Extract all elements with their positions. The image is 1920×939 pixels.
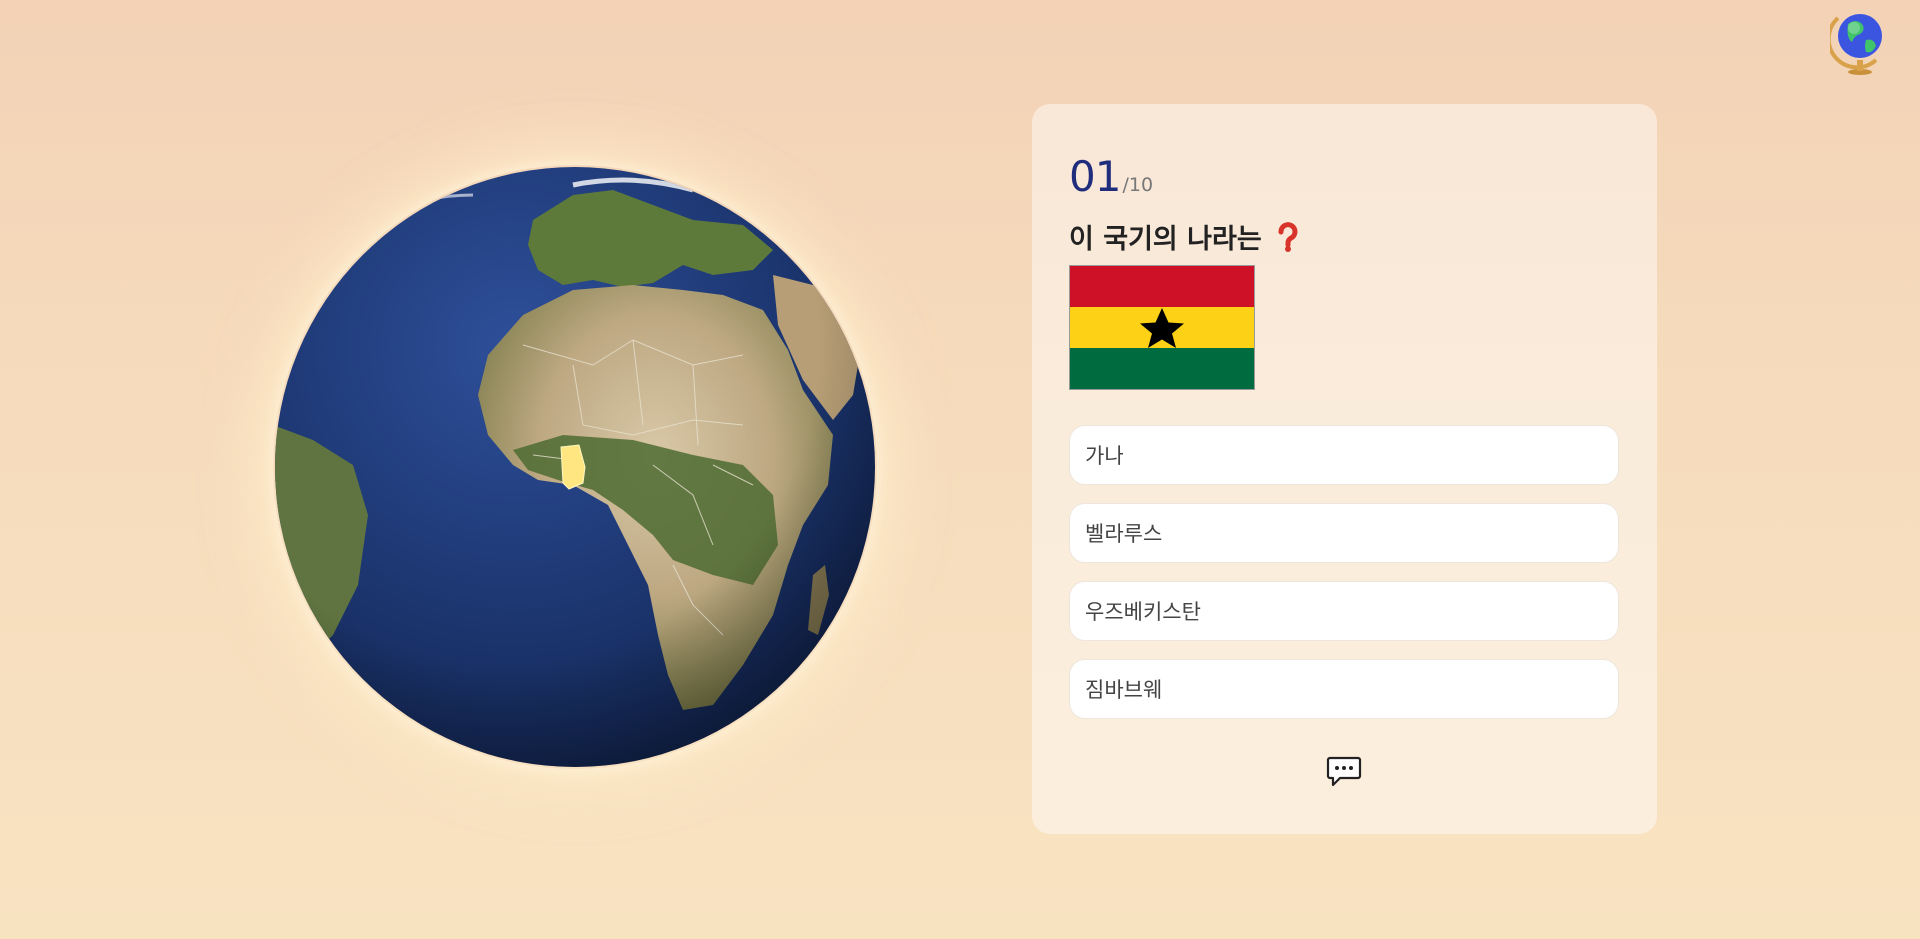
- quiz-card: 01/10 이 국기의 나라는 가나 벨라루스 우즈베키스탄 짐바브웨: [1032, 104, 1657, 834]
- answer-options: 가나 벨라루스 우즈베키스탄 짐바브웨: [1069, 425, 1619, 737]
- question-counter: 01/10: [1069, 152, 1153, 201]
- current-question-number: 01: [1069, 152, 1121, 201]
- question-mark-icon: [1277, 222, 1299, 259]
- globe-map[interactable]: [273, 165, 877, 769]
- question-text-row: 이 국기의 나라는: [1069, 217, 1299, 259]
- answer-option-3[interactable]: 우즈베키스탄: [1069, 581, 1619, 641]
- answer-option-2[interactable]: 벨라루스: [1069, 503, 1619, 563]
- answer-option-1[interactable]: 가나: [1069, 425, 1619, 485]
- ghana-flag-image: [1069, 265, 1255, 390]
- total-questions: /10: [1122, 174, 1154, 196]
- globe-logo-icon[interactable]: [1826, 6, 1890, 76]
- chat-bubble-icon[interactable]: [1326, 755, 1362, 789]
- answer-option-4[interactable]: 짐바브웨: [1069, 659, 1619, 719]
- question-text: 이 국기의 나라는: [1069, 224, 1262, 255]
